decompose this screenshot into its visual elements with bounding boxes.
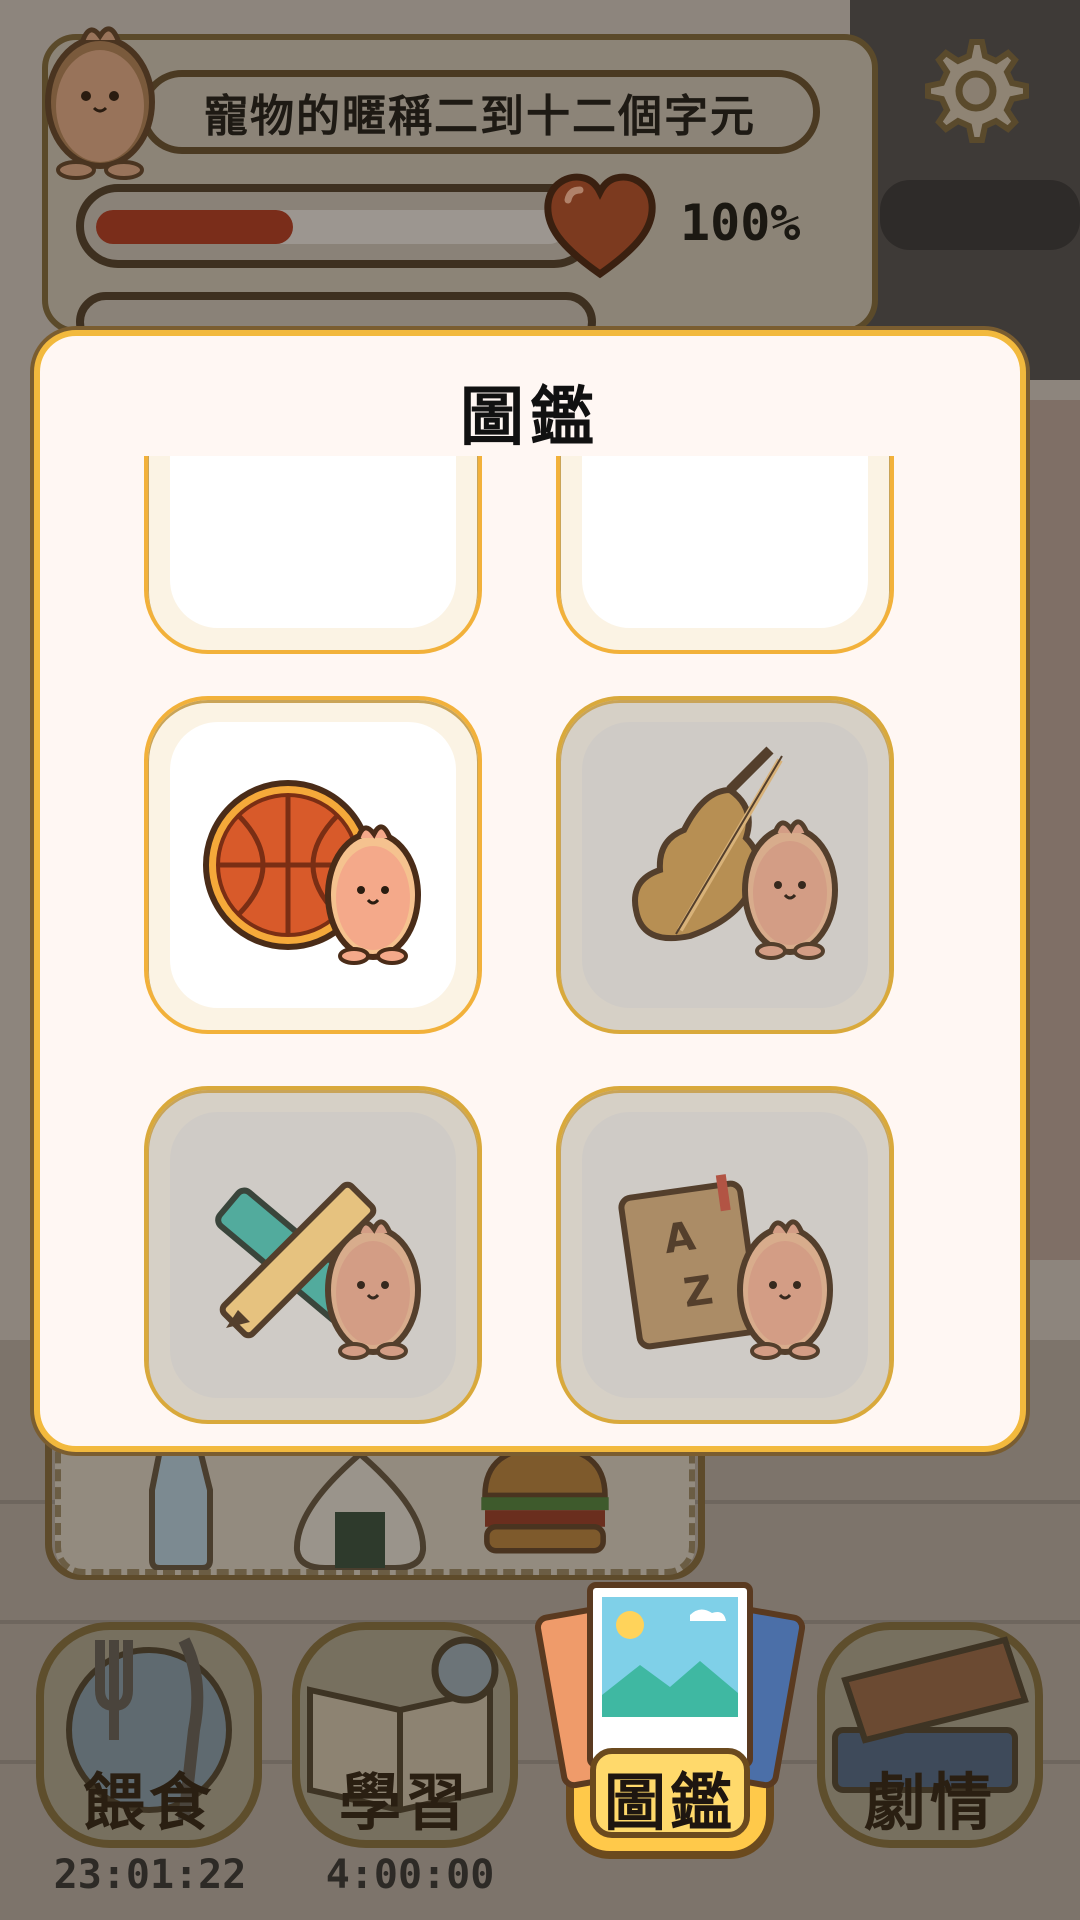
- ruler-pencil-icon: [215, 1181, 421, 1360]
- collection-card-ruler-pencil[interactable]: [144, 1086, 482, 1424]
- collection-card-dictionary[interactable]: A Z: [556, 1086, 894, 1424]
- nav-story-label: 劇情: [863, 1766, 996, 1839]
- collection-grid[interactable]: A Z: [40, 456, 1020, 1446]
- background-shelf-edge: [880, 180, 1080, 250]
- dialog-title: 圖鑑: [460, 381, 600, 455]
- card-background: [582, 456, 868, 628]
- collection-card-violin[interactable]: [556, 696, 894, 1034]
- nav-study-label: 學習: [338, 1766, 471, 1839]
- card-background: [170, 456, 456, 628]
- milk-bottle-icon[interactable]: [130, 1450, 280, 1570]
- dictionary-icon: A Z: [618, 1174, 833, 1360]
- feed-cooldown-timer: 23:01:22: [53, 1852, 247, 1898]
- svg-text:A: A: [661, 1213, 698, 1263]
- collection-card-hidden-1[interactable]: [144, 456, 482, 654]
- collection-card-basketball[interactable]: [144, 696, 482, 1034]
- heart-icon: [544, 173, 656, 279]
- basketball-icon: [203, 780, 421, 965]
- collection-card-hidden-2[interactable]: [556, 456, 894, 654]
- burger-icon[interactable]: [470, 1440, 620, 1560]
- gallery-dialog: 圖鑑 A Z: [34, 330, 1026, 1452]
- pet-name-placeholder: 寵物的暱稱二到十二個字元: [204, 91, 756, 142]
- nav-feed-label: 餵食: [82, 1766, 215, 1839]
- rice-ball-icon[interactable]: [285, 1450, 435, 1570]
- health-bar: [76, 184, 596, 268]
- violin-icon: [632, 746, 838, 960]
- health-bar-fill: [96, 210, 293, 244]
- study-cooldown-timer: 4:00:00: [325, 1852, 495, 1898]
- settings-gear-icon[interactable]: [912, 34, 1032, 154]
- health-percent-text: 100%: [680, 194, 801, 252]
- pet-name-field[interactable]: 寵物的暱稱二到十二個字元: [140, 70, 820, 154]
- nav-gallery-label: 圖鑑: [603, 1766, 736, 1839]
- pet-avatar-icon[interactable]: [28, 10, 168, 180]
